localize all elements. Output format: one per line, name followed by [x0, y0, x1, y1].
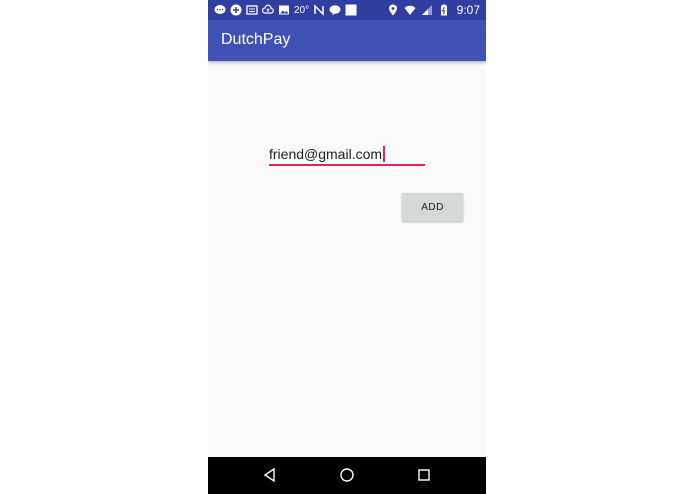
puzzle-icon: [230, 4, 242, 16]
battery-charging-icon: [438, 4, 450, 16]
status-bar-system: 9:07: [387, 0, 480, 20]
phone-screen: 20° 9:07 DutchPay friend@gmail.com ADD: [208, 0, 486, 494]
email-input-value: friend@gmail.com: [269, 146, 383, 162]
nfc-icon: [313, 4, 325, 16]
status-bar: 20° 9:07: [208, 0, 486, 20]
image-icon: [278, 4, 290, 16]
home-icon: [339, 467, 355, 483]
cell-signal-icon: [421, 4, 433, 16]
chat-icon: [214, 4, 226, 16]
recents-icon: [416, 467, 432, 483]
recents-button[interactable]: [414, 465, 434, 485]
cloud-upload-icon: [262, 4, 274, 16]
add-button-label: ADD: [421, 201, 444, 213]
home-button[interactable]: [337, 465, 357, 485]
app-title: DutchPay: [221, 31, 291, 48]
clock-text: 9:07: [456, 3, 480, 17]
text-cursor: [383, 146, 385, 162]
navigation-bar: [208, 457, 486, 494]
add-button[interactable]: ADD: [402, 193, 463, 221]
temperature-text: 20°: [294, 4, 310, 16]
news-icon: [246, 4, 258, 16]
back-button[interactable]: [260, 465, 280, 485]
app-bar: DutchPay: [208, 20, 486, 61]
location-icon: [387, 4, 399, 16]
square-app-icon: [345, 4, 357, 16]
back-icon: [262, 467, 278, 483]
email-input[interactable]: friend@gmail.com: [269, 144, 425, 166]
status-bar-notifications: 20°: [214, 0, 357, 20]
sms-icon: [329, 4, 341, 16]
wifi-icon: [404, 4, 416, 16]
